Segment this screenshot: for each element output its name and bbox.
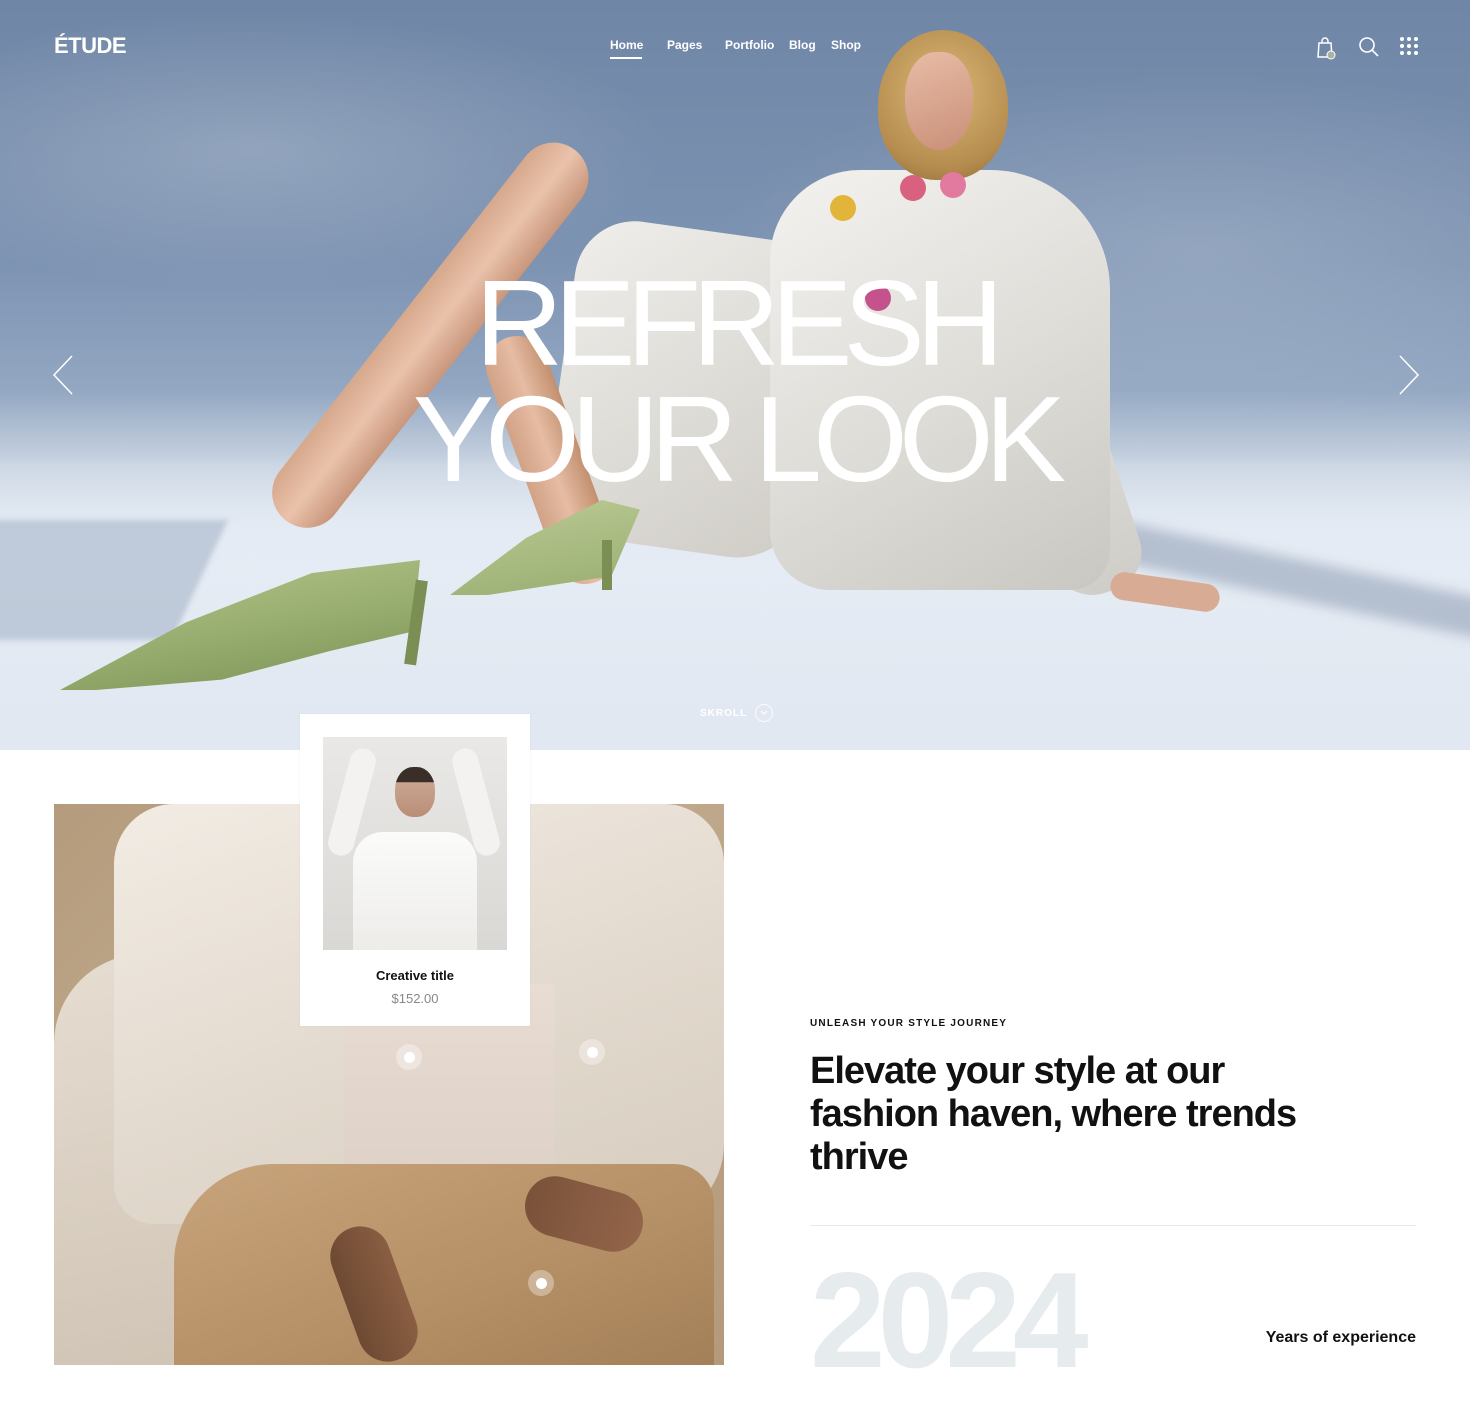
product-price: $152.00 [391, 991, 439, 1006]
year-counter: 2024 [810, 1244, 1089, 1396]
product-hotspot[interactable] [528, 1270, 554, 1296]
next-slide-icon[interactable] [1394, 352, 1422, 398]
grid-menu-icon[interactable] [1399, 36, 1421, 58]
search-icon[interactable] [1358, 36, 1380, 58]
nav-item-blog[interactable]: Blog [789, 38, 816, 52]
chevron-down-icon [755, 704, 774, 722]
product-image[interactable] [323, 737, 507, 950]
logo[interactable]: ÉTUDE [54, 33, 127, 59]
product-title[interactable]: Creative title [300, 968, 530, 983]
product-card[interactable]: Creative title $152.00 [300, 714, 530, 1026]
section-headline: Elevate your style at our fashion haven,… [810, 1050, 1297, 1178]
nav-item-pages[interactable]: Pages [667, 38, 702, 52]
shopping-bag-icon[interactable] [1315, 36, 1337, 60]
years-of-experience-label: Years of experience [1265, 1329, 1416, 1346]
section-eyebrow: UNLEASH YOUR STYLE JOURNEY [810, 1018, 1008, 1029]
nav-item-home[interactable]: Home [610, 38, 643, 52]
divider [810, 1225, 1416, 1226]
nav-active-indicator [610, 57, 642, 59]
product-hotspot[interactable] [579, 1039, 605, 1065]
product-hotspot[interactable] [396, 1044, 422, 1070]
nav-item-portfolio[interactable]: Portfolio [725, 38, 774, 52]
hero-slider: ÉTUDE Home Pages Portfolio Blog Shop REF… [0, 0, 1470, 750]
scroll-indicator[interactable]: SKROLL [700, 704, 774, 722]
nav-item-shop[interactable]: Shop [831, 38, 861, 52]
prev-slide-icon[interactable] [50, 352, 78, 398]
scroll-label: SKROLL [700, 707, 748, 719]
hero-title-line-1: REFRESH [475, 255, 1004, 391]
hero-title-line-2: YOUR LOOK [412, 371, 1066, 507]
